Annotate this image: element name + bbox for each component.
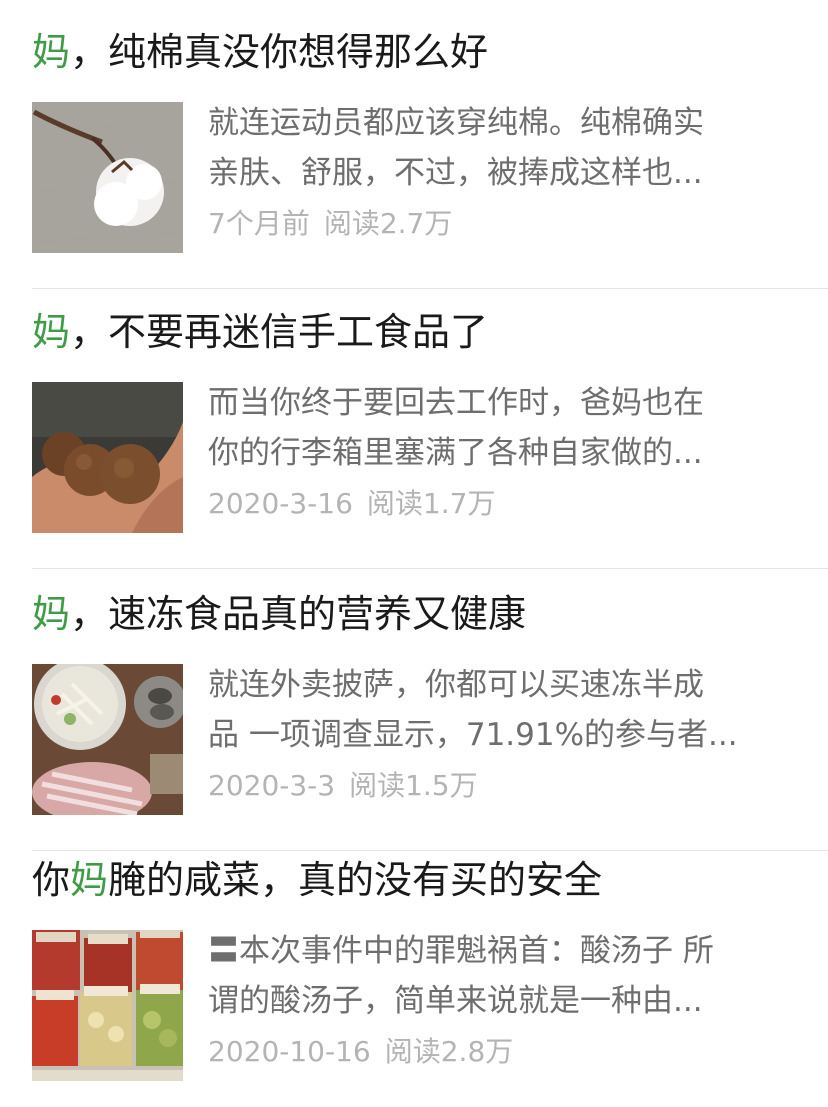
divider (32, 568, 828, 569)
excerpt-line: 〓本次事件中的罪魁祸首：酸汤子 所 (208, 933, 714, 969)
article-meta: 7个月前 阅读2.7万 (208, 204, 452, 244)
divider (32, 850, 828, 851)
read-count: 阅读2.7万 (323, 207, 453, 240)
excerpt-line: 就连运动员都应该穿纯棉。纯棉确实 (208, 105, 704, 141)
article-item[interactable]: 妈，纯棉真没你想得那么好 就连运动员都应该穿纯棉。纯棉确实 亲肤、舒服，不过，被… (0, 28, 828, 290)
title-keyword-highlight: 妈 (32, 592, 71, 636)
hotpot-food-thumbnail[interactable] (32, 664, 183, 815)
excerpt-line: 就连外卖披萨，你都可以买速冻半成 (208, 667, 704, 703)
title-suffix: ，不要再迷信手工食品了 (70, 310, 489, 354)
hands-holding-taro-thumbnail[interactable] (32, 382, 183, 533)
cotton-boll-thumbnail[interactable] (32, 102, 183, 253)
publish-date: 2020-3-16 (208, 487, 353, 520)
title-keyword-highlight: 妈 (32, 310, 71, 354)
read-count: 阅读1.5万 (349, 769, 478, 802)
article-excerpt: 就连外卖披萨，你都可以买速冻半成 品 一项调查显示，71.91%的参与者... (208, 660, 798, 760)
article-meta: 2020-3-16 阅读1.7万 (208, 484, 495, 524)
publish-date: 2020-10-16 (208, 1035, 371, 1068)
read-count: 阅读2.8万 (384, 1035, 514, 1068)
article-title[interactable]: 妈，纯棉真没你想得那么好 (32, 28, 488, 76)
pickle-jars-thumbnail[interactable] (32, 930, 183, 1081)
excerpt-line: 你的行李箱里塞满了各种自家做的... (208, 435, 703, 471)
article-item[interactable]: 妈，速冻食品真的营养又健康 就连外卖披萨，你都可以买速冻半成 品 一项调查显示，… (0, 590, 828, 852)
divider (32, 288, 828, 289)
article-meta: 2020-10-16 阅读2.8万 (208, 1032, 513, 1072)
excerpt-line: 而当你终于要回去工作时，爸妈也在 (208, 385, 704, 421)
article-title[interactable]: 你妈腌的咸菜，真的没有买的安全 (32, 856, 602, 904)
article-item[interactable]: 你妈腌的咸菜，真的没有买的安全 〓本次事件中的罪魁祸首：酸汤子 所 谓的酸汤子，… (0, 856, 828, 1107)
excerpt-line: 亲肤、舒服，不过，被捧成这样也... (208, 155, 703, 191)
article-title[interactable]: 妈，速冻食品真的营养又健康 (32, 590, 526, 638)
read-count: 阅读1.7万 (366, 487, 496, 520)
article-excerpt: 〓本次事件中的罪魁祸首：酸汤子 所 谓的酸汤子，简单来说就是一种由... (208, 926, 798, 1026)
title-suffix: ，纯棉真没你想得那么好 (70, 30, 489, 74)
title-prefix: 你 (32, 858, 71, 902)
excerpt-line: 谓的酸汤子，简单来说就是一种由... (208, 983, 703, 1019)
publish-date: 2020-3-3 (208, 769, 336, 802)
title-suffix: 腌的咸菜，真的没有买的安全 (108, 858, 603, 902)
excerpt-line: 品 一项调查显示，71.91%的参与者... (208, 717, 738, 753)
article-excerpt: 而当你终于要回去工作时，爸妈也在 你的行李箱里塞满了各种自家做的... (208, 378, 798, 478)
article-item[interactable]: 妈，不要再迷信手工食品了 而当你终于要回去工作时，爸妈也在 你的行李箱里塞满了各… (0, 308, 828, 570)
publish-date: 7个月前 (208, 207, 310, 240)
article-title[interactable]: 妈，不要再迷信手工食品了 (32, 308, 488, 356)
title-suffix: ，速冻食品真的营养又健康 (70, 592, 527, 636)
article-meta: 2020-3-3 阅读1.5万 (208, 766, 478, 806)
title-keyword-highlight: 妈 (70, 858, 109, 902)
title-keyword-highlight: 妈 (32, 30, 71, 74)
article-excerpt: 就连运动员都应该穿纯棉。纯棉确实 亲肤、舒服，不过，被捧成这样也... (208, 98, 798, 198)
